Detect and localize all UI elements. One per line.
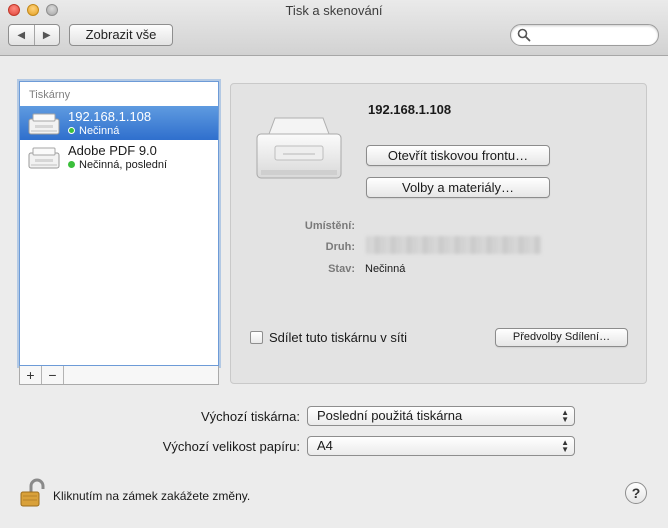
share-printer-label: Sdílet tuto tiskárnu v síti xyxy=(269,330,408,345)
location-label: Umístění: xyxy=(304,220,355,232)
add-printer-button[interactable]: + xyxy=(20,366,42,384)
search-field[interactable] xyxy=(510,24,659,46)
default-printer-value: Poslední použitá tiskárna xyxy=(317,408,463,423)
default-printer-label: Výchozí tiskárna: xyxy=(201,409,300,424)
printer-row-adobe-pdf[interactable]: Adobe PDF 9.0 Nečinná, poslední xyxy=(20,140,218,174)
printer-status: Nečinná xyxy=(68,125,119,137)
sharing-preferences-button[interactable]: Předvolby Sdílení… xyxy=(495,328,628,347)
window-title: Tisk a skenování xyxy=(285,3,383,18)
printer-detail-panel: 192.168.1.108 Otevřít tiskovou frontu… V… xyxy=(230,83,647,384)
popup-arrows-icon: ▲ ▼ xyxy=(561,408,569,424)
popup-arrows-icon: ▲ ▼ xyxy=(561,438,569,454)
printer-status-text: Nečinná, poslední xyxy=(79,159,168,171)
default-paper-label: Výchozí velikost papíru: xyxy=(162,439,300,454)
kind-value-redacted xyxy=(366,236,541,254)
share-printer-checkbox[interactable] xyxy=(250,331,263,344)
print-scan-window: Tisk a skenování ◀ ▶ Zobrazit vše Tiskár… xyxy=(0,0,668,528)
printer-list-header: Tiskárny xyxy=(29,89,71,101)
open-print-queue-button[interactable]: Otevřít tiskovou frontu… xyxy=(366,145,550,166)
printer-row-192-168-1-108[interactable]: 192.168.1.108 Nečinná xyxy=(20,106,218,140)
show-all-button[interactable]: Zobrazit vše xyxy=(69,24,173,46)
printer-name: 192.168.1.108 xyxy=(68,109,152,124)
default-printer-popup[interactable]: Poslední použitá tiskárna ▲ ▼ xyxy=(307,406,575,426)
default-paper-value: A4 xyxy=(317,438,333,453)
help-button[interactable]: ? xyxy=(625,482,647,504)
lock-message: Kliknutím na zámek zakážete změny. xyxy=(53,489,251,503)
printer-list-buttons: + − xyxy=(19,366,219,385)
status-idle-icon xyxy=(68,127,75,134)
printer-name: Adobe PDF 9.0 xyxy=(68,143,157,158)
selected-printer-name: 192.168.1.108 xyxy=(368,102,452,117)
remove-printer-button[interactable]: − xyxy=(42,366,64,384)
back-button[interactable]: ◀ xyxy=(9,25,34,45)
forward-button[interactable]: ▶ xyxy=(33,25,60,45)
search-icon xyxy=(517,28,531,42)
kind-label: Druh: xyxy=(325,241,355,253)
printer-status-text: Nečinná xyxy=(79,125,120,137)
share-printer-option[interactable]: Sdílet tuto tiskárnu v síti xyxy=(250,330,407,345)
printer-list[interactable]: Tiskárny 192.168.1.108 Nečinná Adobe PDF… xyxy=(19,81,219,366)
status-idle-icon xyxy=(68,161,75,168)
default-paper-popup[interactable]: A4 ▲ ▼ xyxy=(307,436,575,456)
printer-icon xyxy=(28,147,60,169)
printer-status: Nečinná, poslední xyxy=(68,159,167,171)
status-value: Nečinná xyxy=(365,263,406,275)
back-forward-control: ◀ ▶ xyxy=(8,24,60,46)
status-label: Stav: xyxy=(328,263,355,275)
search-input[interactable] xyxy=(533,27,653,43)
title-toolbar: Tisk a skenování ◀ ▶ Zobrazit vše xyxy=(0,0,668,56)
options-supplies-button[interactable]: Volby a materiály… xyxy=(366,177,550,198)
printer-large-icon xyxy=(256,117,342,179)
printer-icon xyxy=(28,113,60,135)
lock-icon[interactable] xyxy=(19,478,45,508)
